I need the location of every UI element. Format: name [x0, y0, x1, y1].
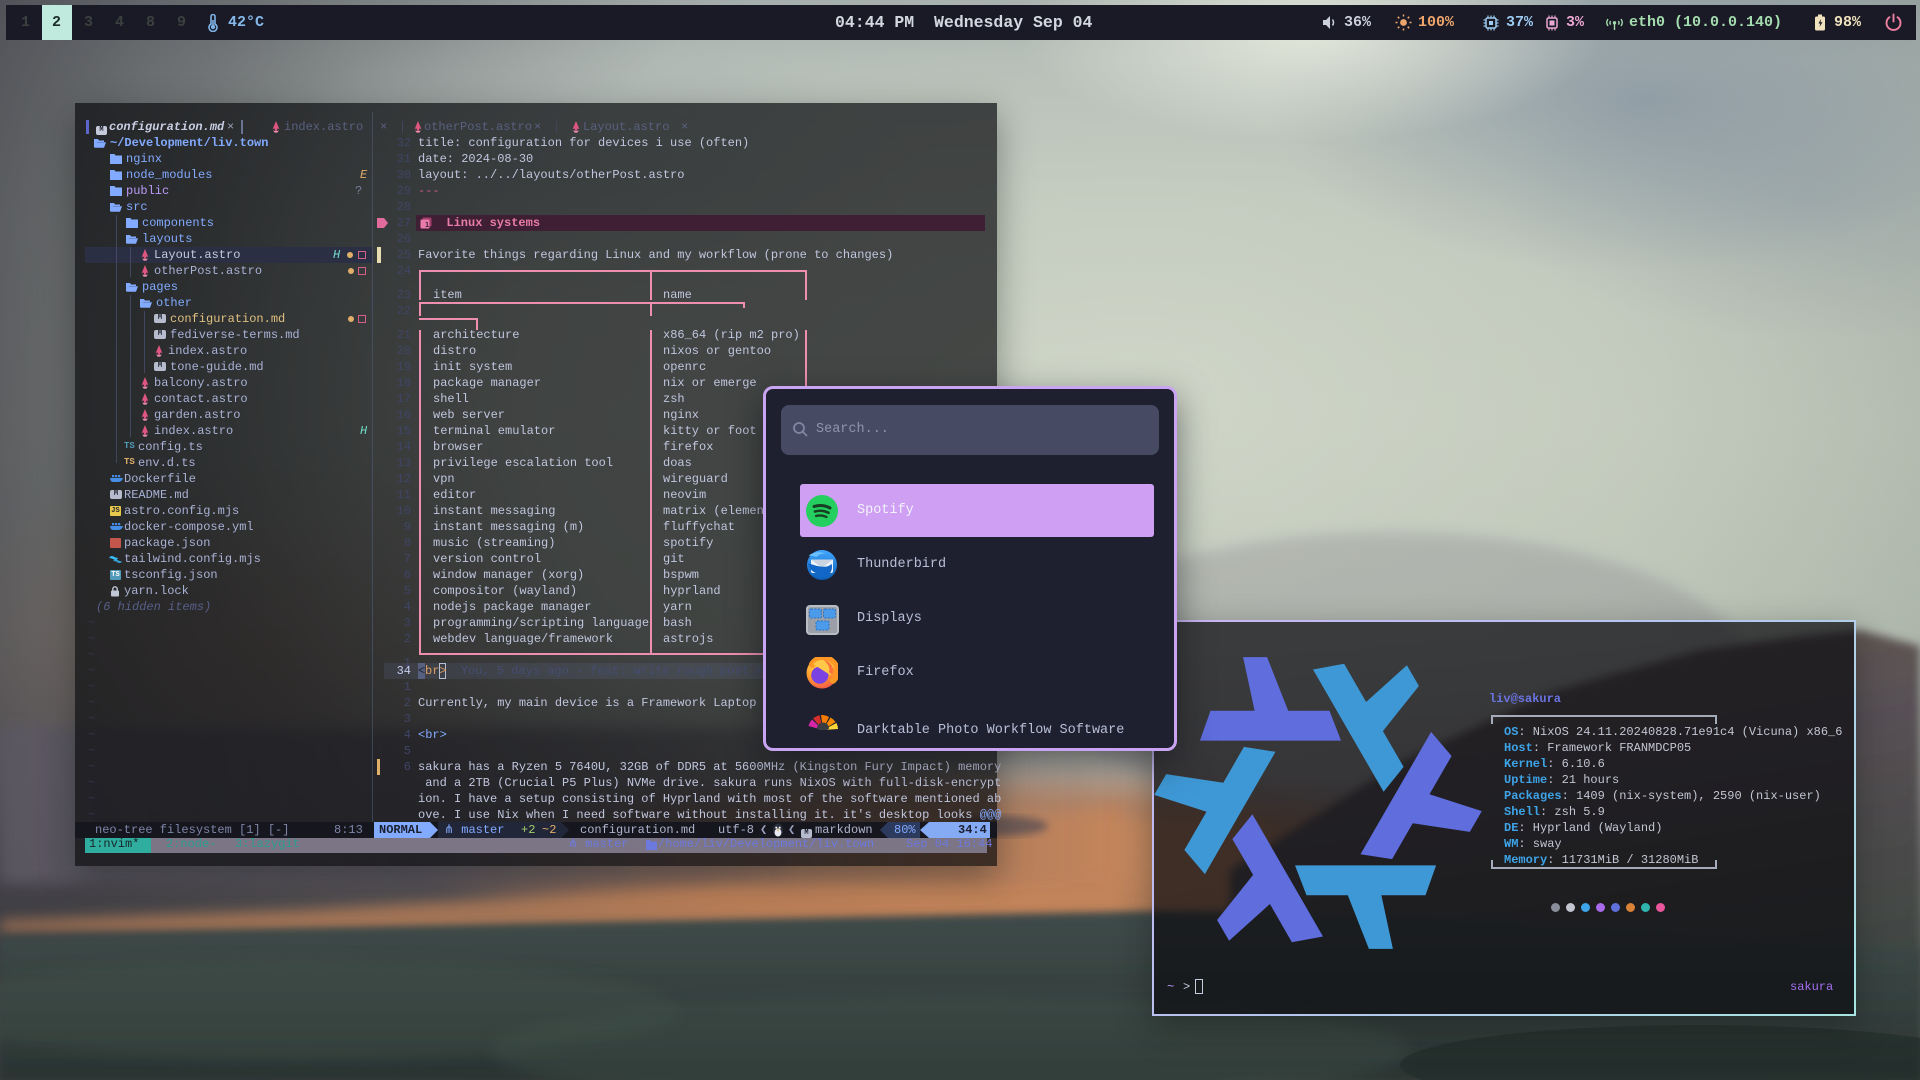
svg-text:1: 1 [425, 221, 429, 229]
